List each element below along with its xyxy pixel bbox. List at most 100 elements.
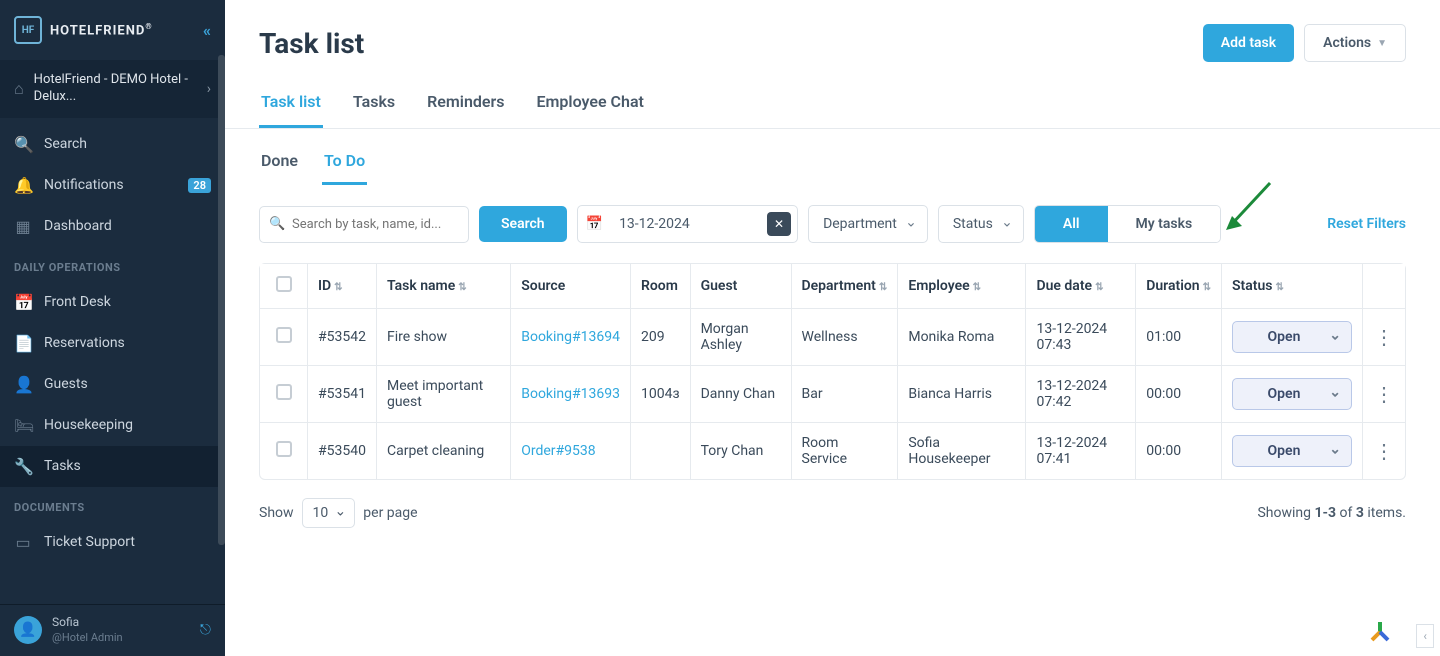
scope-segment: All My tasks — [1034, 205, 1221, 243]
nav-reservations[interactable]: 📄Reservations — [0, 323, 225, 364]
row-menu-icon[interactable]: ⋮ — [1374, 439, 1394, 463]
department-select[interactable]: Department — [808, 205, 928, 243]
search-input[interactable] — [259, 206, 469, 243]
date-filter[interactable]: 📅 ✕ — [577, 205, 798, 243]
row-menu-icon[interactable]: ⋮ — [1374, 382, 1394, 406]
tab-reminders[interactable]: Reminders — [425, 82, 506, 128]
expand-pane-icon[interactable]: ‹ — [1416, 624, 1434, 648]
col-task-name[interactable]: Task name⇅ — [377, 264, 511, 309]
nav-dashboard[interactable]: ▦Dashboard — [0, 206, 225, 247]
status-select[interactable]: Open — [1232, 435, 1352, 467]
nav-notifications[interactable]: 🔔Notifications28 — [0, 165, 225, 206]
search-icon: 🔍 — [269, 217, 285, 232]
row-checkbox[interactable] — [276, 327, 292, 343]
page-title: Task list — [259, 27, 364, 60]
segment-all[interactable]: All — [1035, 206, 1108, 242]
page-size-select[interactable]: 10 — [302, 498, 356, 528]
col-due-date[interactable]: Due date⇅ — [1026, 264, 1136, 309]
logo-icon: HF — [14, 16, 42, 44]
tab-tasks[interactable]: Tasks — [351, 82, 397, 128]
source-link[interactable]: Booking#13693 — [521, 386, 620, 402]
nav-housekeeping[interactable]: 🛏Housekeeping — [0, 405, 225, 446]
search-box: 🔍 — [259, 206, 469, 243]
table-row: #53541Meet important guestBooking#136931… — [260, 366, 1405, 423]
col-blank — [260, 264, 308, 309]
sort-icon: ⇅ — [1095, 282, 1103, 293]
status-select[interactable]: Open — [1232, 378, 1352, 410]
row-checkbox[interactable] — [276, 384, 292, 400]
pager-show-label: Show — [259, 505, 294, 521]
footer-logo-icon — [1368, 620, 1392, 648]
table-row: #53540Carpet cleaningOrder#9538Tory Chan… — [260, 423, 1405, 479]
calendar-icon: 📅 — [578, 216, 611, 232]
sidebar-scrollbar[interactable] — [218, 55, 225, 545]
person-icon: 👤 — [14, 375, 32, 394]
sort-icon: ⇅ — [973, 282, 981, 293]
nav-front-desk[interactable]: 📅Front Desk — [0, 282, 225, 323]
pager-summary: Showing 1-3 of 3 items. — [1257, 505, 1406, 521]
bed-icon: 🛏 — [14, 416, 32, 435]
nav-header-daily-ops: DAILY OPERATIONS — [0, 247, 225, 282]
hotel-selector[interactable]: ⌂ HotelFriend - DEMO Hotel - Delux... › — [0, 60, 225, 118]
nav-tasks[interactable]: 🔧Tasks — [0, 446, 225, 487]
source-link[interactable]: Booking#13694 — [521, 329, 620, 345]
subtab-done[interactable]: Done — [259, 147, 300, 185]
col-room: Room — [631, 264, 691, 309]
grid-icon: ▦ — [14, 217, 32, 236]
nav-guests[interactable]: 👤Guests — [0, 364, 225, 405]
col-status[interactable]: Status⇅ — [1222, 264, 1363, 309]
actions-button[interactable]: Actions▼ — [1304, 24, 1406, 62]
segment-my-tasks[interactable]: My tasks — [1108, 206, 1221, 242]
wrench-icon: 🔧 — [14, 457, 32, 476]
col-guest: Guest — [691, 264, 792, 309]
search-icon: 🔍 — [14, 135, 32, 154]
doc-icon: 📄 — [14, 334, 32, 353]
add-task-button[interactable]: Add task — [1203, 24, 1294, 62]
tab-employee-chat[interactable]: Employee Chat — [535, 82, 646, 128]
search-button[interactable]: Search — [479, 206, 567, 242]
sort-icon: ⇅ — [1203, 282, 1211, 293]
chevron-right-icon: › — [207, 81, 211, 97]
select-all-checkbox[interactable] — [276, 276, 292, 292]
col-source: Source — [511, 264, 631, 309]
user-row[interactable]: 👤 Sofia@Hotel Admin ⎋ — [0, 604, 225, 656]
nav-header-documents: DOCUMENTS — [0, 487, 225, 522]
source-link[interactable]: Order#9538 — [521, 443, 595, 459]
nav-search[interactable]: 🔍Search — [0, 124, 225, 165]
sort-icon: ⇅ — [458, 282, 466, 293]
logout-icon[interactable]: ⎋ — [200, 622, 211, 638]
col-duration[interactable]: Duration⇅ — [1136, 264, 1222, 309]
user-info: Sofia@Hotel Admin — [52, 615, 190, 646]
subtab-to-do[interactable]: To Do — [322, 147, 367, 185]
sidebar: HF HOTELFRIEND® « ⌂ HotelFriend - DEMO H… — [0, 0, 225, 656]
chevron-down-icon: ▼ — [1377, 38, 1387, 49]
logo: HF HOTELFRIEND® « — [0, 0, 225, 60]
main: Task list Add task Actions▼ Task list Tas… — [225, 0, 1440, 656]
calendar-icon: 📅 — [14, 293, 32, 312]
pager-per-label: per page — [363, 505, 417, 521]
sort-icon: ⇅ — [879, 282, 887, 293]
sort-icon: ⇅ — [334, 282, 342, 293]
status-select[interactable]: Open — [1232, 321, 1352, 353]
col-employee[interactable]: Employee⇅ — [898, 264, 1026, 309]
tab-task-list[interactable]: Task list — [259, 82, 323, 128]
nav-ticket-support[interactable]: ▭Ticket Support — [0, 522, 225, 563]
notif-badge: 28 — [188, 178, 211, 193]
col-blank — [1363, 264, 1405, 309]
reset-filters-link[interactable]: Reset Filters — [1327, 216, 1406, 232]
bell-icon: 🔔 — [14, 176, 32, 195]
tasks-table: ID⇅Task name⇅SourceRoomGuestDepartment⇅E… — [259, 263, 1406, 480]
row-checkbox[interactable] — [276, 441, 292, 457]
status-select[interactable]: Status — [938, 205, 1024, 243]
home-icon: ⌂ — [14, 79, 24, 99]
date-input[interactable] — [611, 206, 761, 242]
hotel-name: HotelFriend - DEMO Hotel - Delux... — [34, 72, 197, 106]
col-department[interactable]: Department⇅ — [792, 264, 899, 309]
clear-date-icon[interactable]: ✕ — [767, 212, 791, 236]
row-menu-icon[interactable]: ⋮ — [1374, 325, 1394, 349]
col-id[interactable]: ID⇅ — [308, 264, 377, 309]
table-row: #53542Fire showBooking#13694209Morgan As… — [260, 309, 1405, 366]
sort-icon: ⇅ — [1275, 282, 1283, 293]
collapse-sidebar-icon[interactable]: « — [203, 21, 211, 40]
brand-name: HOTELFRIEND® — [50, 22, 153, 38]
